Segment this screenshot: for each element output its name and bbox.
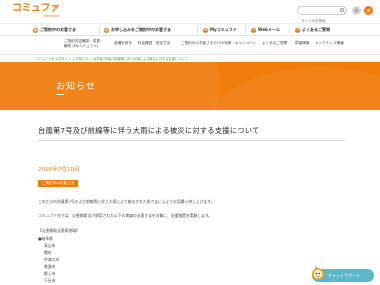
nav-label: Webメール — [258, 27, 280, 32]
search-box — [297, 6, 347, 25]
nav-label: お申し込みをご検討中のお客さま — [111, 27, 171, 32]
nav-item-current-customers[interactable]: ● ご契約中のお客さま — [33, 24, 76, 36]
question-icon: ? — [295, 27, 300, 33]
font-size-large-button[interactable]: 大 — [364, 6, 373, 15]
subnav-maintenance[interactable]: メンテナンス情報 — [315, 41, 344, 46]
subnav-campaigns[interactable]: ご契約中のお客さまだけの特典・キャンペーン — [181, 41, 256, 46]
subnav-billing[interactable]: 料金確認・設定方法 — [138, 41, 170, 46]
subnav-label: ご契約内容確認・変更・ — [64, 39, 104, 43]
category-badge: ご契約中のお客さま — [38, 180, 79, 187]
site-header: コミュファ commufa 小 大 — [0, 0, 380, 25]
sub-navigation: ご契約内容確認・変更・ 解約 (Myコミュファ) 各種手続き 料金確認・設定方法… — [0, 36, 380, 55]
nav-label: Myコミュファ — [210, 27, 237, 32]
logo[interactable]: コミュファ commufa — [12, 3, 60, 19]
city-item: 下呂市 — [44, 278, 56, 283]
nav-divider — [99, 26, 100, 34]
person-icon: ● — [33, 27, 38, 33]
article-paragraph: このたびの台風第7号および前線等に伴う大雨により被災された皆さまに心よりお見舞い… — [38, 199, 215, 204]
chatbot-mascot-icon — [312, 266, 324, 280]
article-paragraph: コミュファ光では、災害救助法が適用された以下の地域のお客さまを対象に、支援措置を… — [38, 213, 213, 218]
nav-divider — [197, 26, 198, 34]
page-title: お知らせ — [56, 82, 96, 92]
article-title: 台風第7号及び前線等に伴う大雨による被災に対する支援について — [38, 126, 260, 135]
main-navigation: ● ご契約中のお客さま ● お申し込みをご検討中のお客さま ♥ Myコミュファ … — [0, 23, 380, 36]
nav-item-prospective-customers[interactable]: ● お申し込みをご検討中のお客さま — [104, 24, 171, 36]
article-date: 2018年7月10日 — [38, 167, 80, 173]
page-banner: お知らせ — [0, 62, 380, 110]
chat-support-button[interactable]: チャットサポート — [312, 266, 374, 282]
subnav-outage[interactable]: 障害情報 — [295, 41, 309, 46]
city-item: 美濃市 — [44, 264, 56, 269]
logo-subtext: commufa — [43, 14, 60, 18]
city-item: 中津川市 — [44, 257, 60, 262]
city-item: 郡上市 — [44, 271, 56, 276]
nav-label: ご契約中のお客さま — [40, 27, 76, 32]
region-prefecture: ■岐阜県 — [38, 236, 53, 241]
subnav-procedures[interactable]: 各種手続き — [114, 41, 132, 46]
subnav-faq[interactable]: よくあるご質問 — [262, 41, 287, 46]
city-item: 高山市 — [44, 243, 56, 248]
nav-label: よくあるご質問 — [302, 27, 330, 32]
subnav-contract-info[interactable]: ご契約内容確認・変更・ 解約 (Myコミュファ) — [64, 39, 104, 48]
font-size-small-button[interactable]: 小 — [352, 6, 361, 15]
heart-icon: ♥ — [203, 27, 208, 33]
nav-divider — [245, 26, 246, 34]
breadcrumb[interactable]: コミュファ光 公式サイト > お知らせ > 台風第7号及び前線等に伴う大雨による… — [35, 56, 187, 61]
mail-icon: ✉ — [251, 27, 256, 33]
nav-divider — [289, 26, 290, 34]
nav-item-faq[interactable]: ? よくあるご質問 — [295, 24, 330, 36]
document-icon: ● — [104, 27, 109, 33]
nav-item-my-commufa[interactable]: ♥ Myコミュファ — [203, 24, 237, 36]
city-item: 関市 — [44, 250, 52, 255]
title-divider — [38, 140, 345, 141]
nav-item-webmail[interactable]: ✉ Webメール — [251, 24, 280, 36]
search-icon[interactable] — [340, 8, 344, 12]
title-underline — [56, 94, 64, 95]
logo-text: コミュファ — [12, 3, 60, 14]
chat-support-label: チャットサポート — [328, 273, 360, 278]
region-heading: 【災害救助法適用地域】 — [38, 228, 80, 233]
subnav-label-sub: 解約 (Myコミュファ) — [64, 43, 99, 48]
